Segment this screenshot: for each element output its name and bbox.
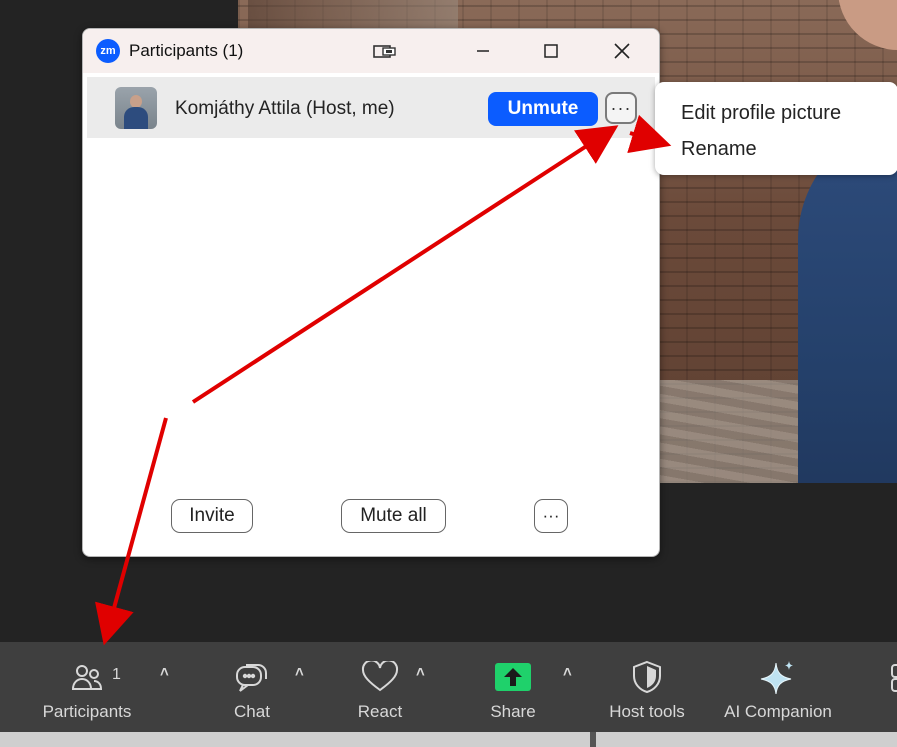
participant-name: Komjáthy Attila (Host, me) — [175, 98, 395, 119]
share-label: Share — [490, 702, 536, 721]
close-icon[interactable] — [609, 39, 635, 63]
pop-in-icon[interactable] — [372, 39, 398, 63]
mute-all-button[interactable]: Mute all — [341, 499, 446, 533]
menu-item-edit-profile-picture[interactable]: Edit profile picture — [681, 102, 841, 125]
menu-item-rename[interactable]: Rename — [681, 138, 757, 161]
chat-caret-icon[interactable]: ˄ — [295, 664, 304, 681]
participants-button[interactable]: Participants — [37, 642, 137, 732]
react-button[interactable]: React — [348, 642, 412, 732]
sparkle-icon — [759, 660, 797, 695]
taskbar-strip — [0, 732, 897, 747]
host-tools-button[interactable]: Host tools — [600, 642, 694, 732]
participant-count: 1 — [112, 666, 121, 683]
share-button[interactable]: Share — [483, 642, 543, 732]
minimize-icon[interactable] — [470, 39, 496, 63]
heart-icon — [361, 660, 399, 694]
footer-more-button[interactable]: ··· — [534, 499, 568, 533]
chat-button[interactable]: Chat — [222, 642, 282, 732]
ai-companion-label: AI Companion — [724, 702, 832, 721]
shield-icon — [632, 660, 662, 694]
participants-icon — [70, 660, 104, 694]
chat-label: Chat — [234, 702, 270, 721]
window-title: Participants (1) — [129, 41, 244, 60]
share-caret-icon[interactable]: ˄ — [563, 664, 572, 681]
chat-icon — [234, 660, 270, 694]
participant-context-menu: Edit profile picture Rename — [655, 82, 897, 175]
maximize-icon[interactable] — [538, 39, 564, 63]
react-label: React — [357, 702, 403, 721]
participant-row[interactable]: Komjáthy Attila (Host, me) Unmute ··· — [87, 77, 655, 138]
avatar — [115, 87, 157, 129]
unmute-button[interactable]: Unmute — [488, 92, 598, 126]
apps-icon — [882, 660, 897, 694]
participants-label: Participants — [42, 702, 132, 721]
participant-more-button[interactable]: ··· — [605, 92, 637, 124]
participants-window: zm Participants (1) Komjáthy Attila (Hos… — [82, 28, 660, 557]
invite-button[interactable]: Invite — [171, 499, 253, 533]
strip-divider — [590, 732, 596, 747]
apps-button-partial[interactable]: A — [882, 642, 897, 732]
host-tools-label: Host tools — [609, 702, 685, 721]
share-arrow-icon — [495, 660, 531, 694]
avatar-body — [124, 107, 148, 129]
ai-companion-button[interactable]: AI Companion — [717, 642, 839, 732]
meeting-toolbar: Participants 1 ˄ Chat ˄ React ˄ Share ˄ … — [0, 642, 897, 732]
react-caret-icon[interactable]: ˄ — [416, 664, 425, 681]
participants-caret-icon[interactable]: ˄ — [160, 664, 169, 681]
window-titlebar[interactable]: zm Participants (1) — [83, 29, 659, 73]
zoom-logo-icon: zm — [96, 39, 120, 63]
